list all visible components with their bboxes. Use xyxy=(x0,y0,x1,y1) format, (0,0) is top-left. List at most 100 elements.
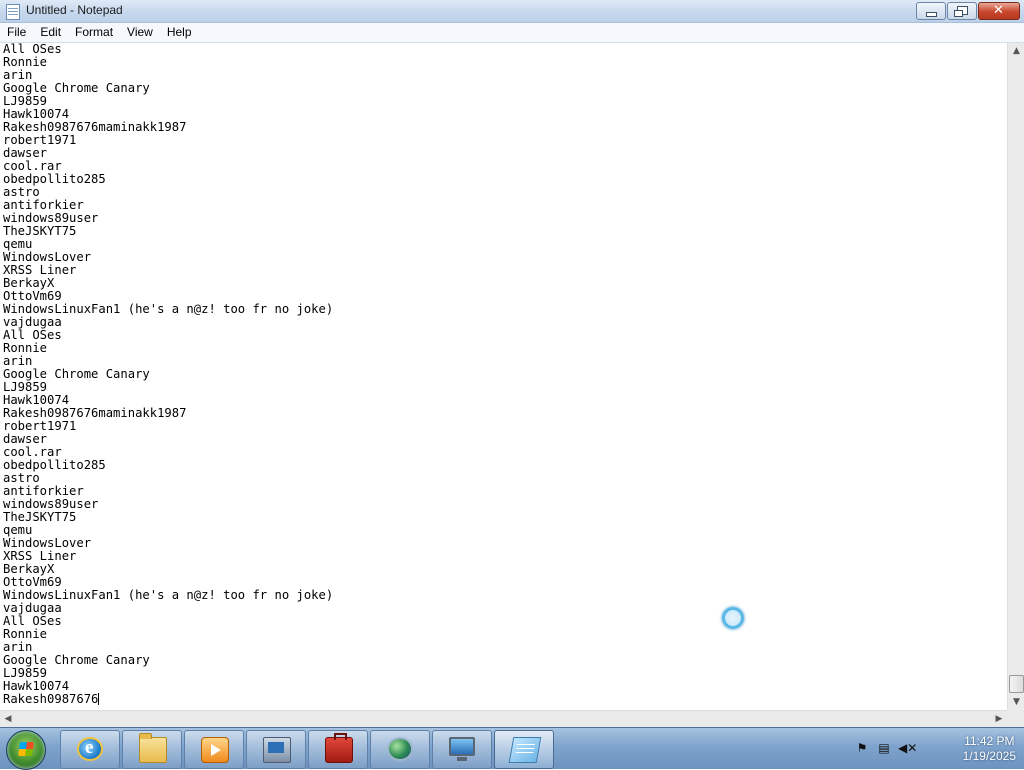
text-line: Google Chrome Canary xyxy=(3,367,150,381)
text-line: Ronnie xyxy=(3,55,48,69)
file-explorer-icon xyxy=(139,733,167,763)
busy-cursor-icon xyxy=(722,607,744,629)
editor-content[interactable]: All OSes Ronnie arin Google Chrome Canary LJ… xyxy=(0,43,1007,706)
menu-bar: File Edit Format View Help xyxy=(0,23,1024,43)
maximize-button[interactable] xyxy=(947,2,977,20)
text-line: WindowsLover xyxy=(3,250,92,264)
text-line: robert1971 xyxy=(3,133,77,147)
text-line: qemu xyxy=(3,237,33,251)
text-line: LJ9859 xyxy=(3,94,48,108)
clock[interactable]: 11:42 PM 1/19/2025 xyxy=(963,734,1016,764)
text-line: antiforkier xyxy=(3,198,84,212)
taskbar-button-network[interactable] xyxy=(246,730,306,769)
text-line: windows89user xyxy=(3,211,99,225)
text-line: antiforkier xyxy=(3,484,84,498)
restore-icon xyxy=(954,6,968,17)
menu-view[interactable]: View xyxy=(120,23,160,42)
scroll-up-icon[interactable]: ▲ xyxy=(1008,43,1024,59)
menu-edit[interactable]: Edit xyxy=(33,23,68,42)
start-button[interactable] xyxy=(6,730,46,770)
horizontal-scrollbar[interactable]: ◀ ▶ xyxy=(0,710,1007,728)
toolbox-icon xyxy=(325,733,353,763)
minimize-icon xyxy=(926,12,937,17)
text-line: All OSes xyxy=(3,328,62,342)
text-line: LJ9859 xyxy=(3,666,48,680)
text-line: qemu xyxy=(3,523,33,537)
text-line: arin xyxy=(3,354,33,368)
text-line: arin xyxy=(3,68,33,82)
text-line: Rakesh0987676maminakk1987 xyxy=(3,120,187,134)
text-line: astro xyxy=(3,185,40,199)
text-line: vajdugaa xyxy=(3,315,62,329)
text-line: Google Chrome Canary xyxy=(3,81,150,95)
scroll-down-icon[interactable]: ▼ xyxy=(1008,694,1024,710)
text-line: Google Chrome Canary xyxy=(3,653,150,667)
windows-logo-icon xyxy=(18,742,34,756)
taskbar-button-remote[interactable] xyxy=(432,730,492,769)
text-line: BerkayX xyxy=(3,562,55,576)
current-line-text: Rakesh0987676 xyxy=(3,692,99,706)
scroll-left-icon[interactable]: ◀ xyxy=(0,711,16,728)
text-line: All OSes xyxy=(3,614,62,628)
close-icon: ✕ xyxy=(993,3,1004,18)
text-line: dawser xyxy=(3,146,48,160)
menu-format[interactable]: Format xyxy=(68,23,120,42)
window-controls: ✕ xyxy=(916,2,1020,20)
notepad-icon xyxy=(508,737,542,763)
text-line: TheJSKYT75 xyxy=(3,224,77,238)
text-line: obedpollito285 xyxy=(3,458,106,472)
taskbar-button-explorer[interactable] xyxy=(122,730,182,769)
clock-date: 1/19/2025 xyxy=(962,749,1016,763)
text-line: Hawk10074 xyxy=(3,679,70,693)
network-status-icon[interactable]: ▤ xyxy=(876,741,892,755)
minimize-button[interactable] xyxy=(916,2,946,20)
text-line: Rakesh0987676maminakk1987 xyxy=(3,406,187,420)
text-line: WindowsLinuxFan1 (he's a n@z! too fr no … xyxy=(3,588,334,602)
remote-desktop-icon xyxy=(449,737,475,761)
taskbar-button-notepad[interactable] xyxy=(494,730,554,769)
current-text-line: Rakesh0987676 xyxy=(3,693,1007,706)
text-line: dawser xyxy=(3,432,48,446)
taskbar-button-toolbox[interactable] xyxy=(308,730,368,769)
vertical-scrollbar[interactable]: ▲ ▼ xyxy=(1007,43,1024,710)
window-title: Untitled - Notepad xyxy=(26,3,123,17)
text-line: Ronnie xyxy=(3,627,48,641)
text-line: WindowsLover xyxy=(3,536,92,550)
menu-file[interactable]: File xyxy=(0,23,33,42)
action-center-flag-icon[interactable]: ⚑ xyxy=(854,741,870,755)
text-line: TheJSKYT75 xyxy=(3,510,77,524)
scroll-right-icon[interactable]: ▶ xyxy=(991,711,1007,728)
close-button[interactable]: ✕ xyxy=(978,2,1020,20)
media-player-icon xyxy=(201,737,229,763)
text-editor[interactable]: All OSes Ronnie arin Google Chrome Canary LJ… xyxy=(0,43,1007,710)
text-line: XRSS Liner xyxy=(3,549,77,563)
text-line: arin xyxy=(3,640,33,654)
text-line: astro xyxy=(3,471,40,485)
text-line: BerkayX xyxy=(3,276,55,290)
text-line: LJ9859 xyxy=(3,380,48,394)
text-line: cool.rar xyxy=(3,445,62,459)
internet-explorer-icon xyxy=(77,737,103,761)
volume-muted-icon[interactable]: ◀✕ xyxy=(898,741,917,755)
text-line: windows89user xyxy=(3,497,99,511)
text-line: obedpollito285 xyxy=(3,172,106,186)
clock-time: 11:42 PM xyxy=(964,734,1015,748)
system-tray: ⚑ ▤ ◀✕ 11:42 PM 1/19/2025 xyxy=(854,728,1024,769)
menu-help[interactable]: Help xyxy=(160,23,199,42)
text-line: vajdugaa xyxy=(3,601,62,615)
text-line: All OSes xyxy=(3,43,62,56)
scrollbar-corner xyxy=(1007,710,1024,727)
title-bar[interactable]: Untitled - Notepad ✕ xyxy=(0,0,1024,23)
taskbar: ⚑ ▤ ◀✕ 11:42 PM 1/19/2025 xyxy=(0,727,1024,770)
text-line: robert1971 xyxy=(3,419,77,433)
text-line: WindowsLinuxFan1 (he's a n@z! too fr no … xyxy=(3,302,334,316)
vertical-scroll-thumb[interactable] xyxy=(1009,675,1024,693)
taskbar-button-ie[interactable] xyxy=(60,730,120,769)
notepad-app-icon[interactable] xyxy=(6,4,20,20)
taskbar-button-media[interactable] xyxy=(184,730,244,769)
text-line: cool.rar xyxy=(3,159,62,173)
text-caret xyxy=(98,693,100,705)
text-line: Ronnie xyxy=(3,341,48,355)
taskbar-button-globe[interactable] xyxy=(370,730,430,769)
globe-icon xyxy=(387,737,413,761)
